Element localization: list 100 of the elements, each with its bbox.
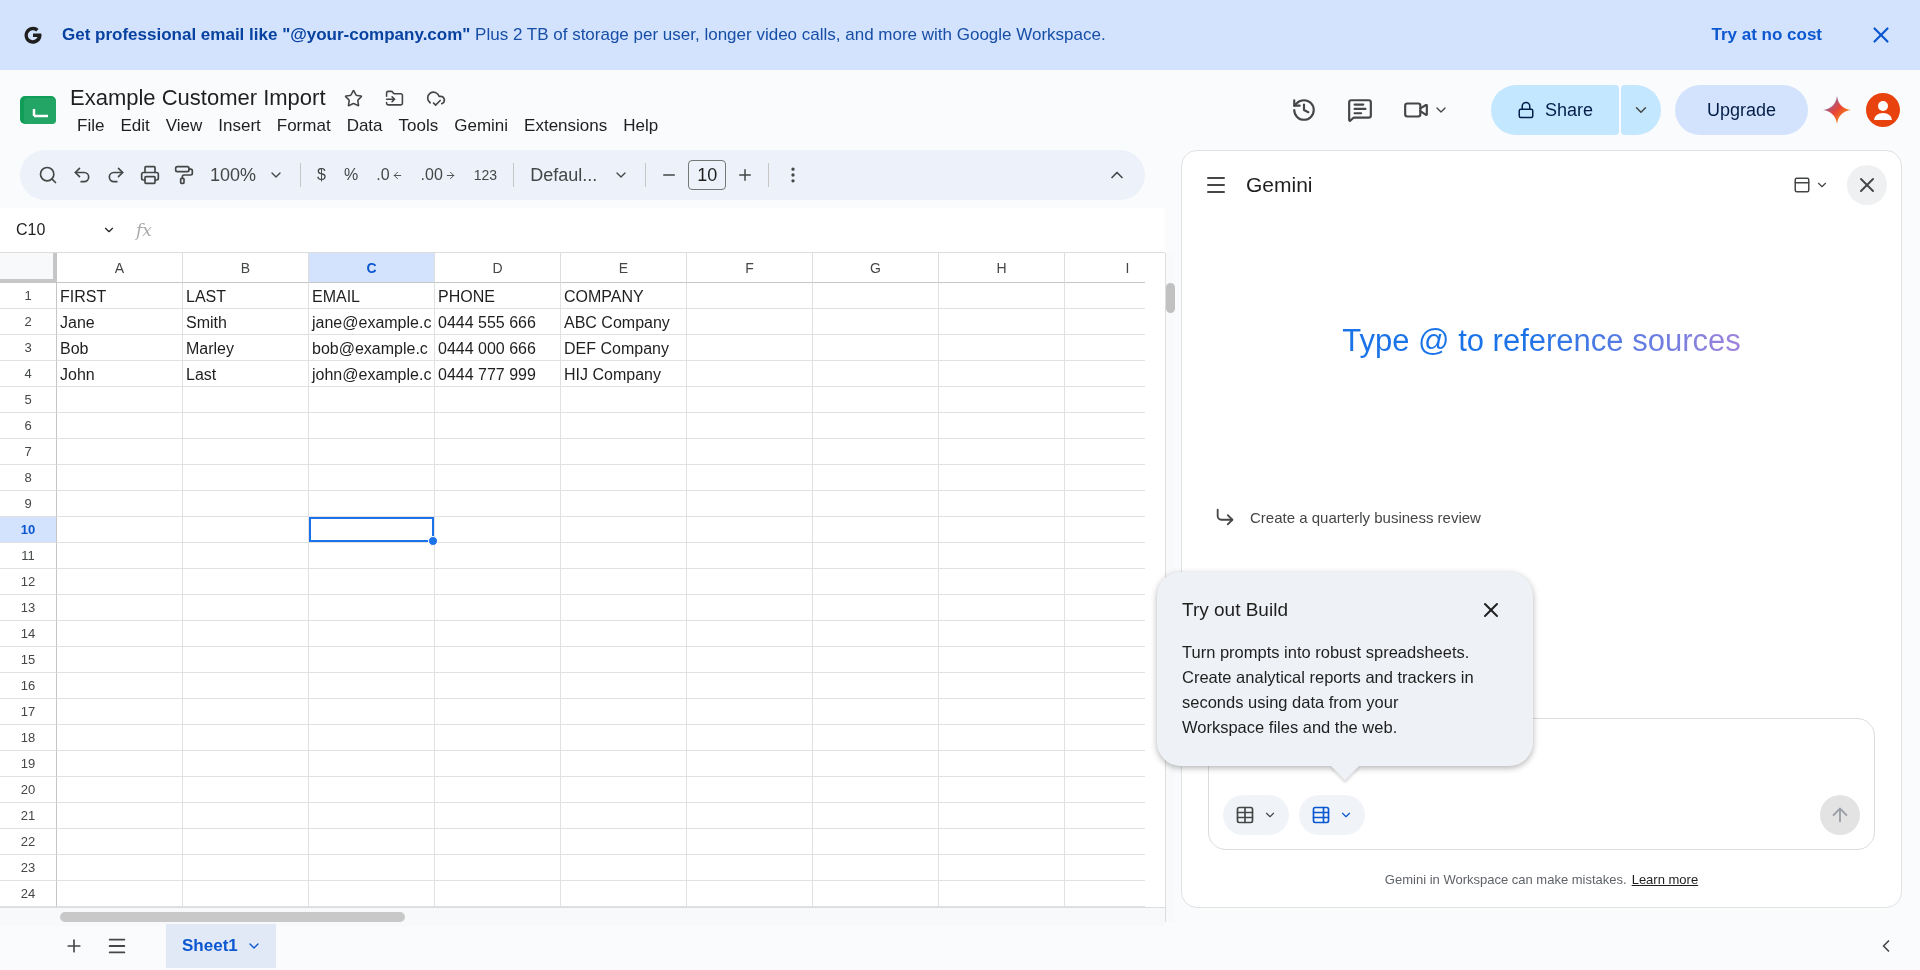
row-header[interactable]: 1 [0, 283, 57, 309]
table-icon [1235, 805, 1255, 825]
row-header[interactable]: 3 [0, 335, 57, 361]
row-header[interactable]: 16 [0, 673, 57, 699]
popup-text: Turn prompts into robust spreadsheets. Create analytical reports and trackers in seconds using data from your Workspace files and the web. [1182, 642, 1475, 738]
menu-item[interactable]: Tools [391, 116, 446, 136]
panel-title: Gemini [1246, 173, 1314, 197]
row-header[interactable]: 17 [0, 699, 57, 725]
row-header[interactable]: 13 [0, 595, 57, 621]
sheets-logo[interactable] [20, 94, 56, 126]
table-cell-text: EMAIL [311, 287, 361, 307]
row-header[interactable]: 9 [0, 491, 57, 517]
row-header[interactable]: 5 [0, 387, 57, 413]
menu-item[interactable]: Format [269, 116, 338, 136]
name-box[interactable]: C10 [16, 221, 116, 239]
suggestion-item[interactable]: Create a quarterly business review [1182, 506, 1901, 528]
arrow-icon [1214, 506, 1236, 528]
number-format-button[interactable]: 123 [467, 163, 504, 187]
scrollbar-thumb[interactable] [60, 912, 405, 922]
column-header[interactable]: G [813, 253, 939, 283]
table-dropdown[interactable] [1223, 795, 1289, 835]
row-header[interactable]: 10 [0, 517, 57, 543]
row-header[interactable]: 6 [0, 413, 57, 439]
arrow-right-icon [444, 169, 456, 181]
row-header[interactable]: 21 [0, 803, 57, 829]
table-cell-text: 0444 555 666 [437, 313, 537, 333]
try-link[interactable]: Try at no cost [1711, 25, 1822, 45]
row-header[interactable]: 18 [0, 725, 57, 751]
menu-item[interactable]: View [158, 116, 210, 136]
table-cell-text: HIJ Company [563, 365, 662, 385]
fill-handle[interactable] [428, 536, 438, 546]
column-header[interactable]: H [939, 253, 1065, 283]
row-header[interactable]: 14 [0, 621, 57, 647]
row-header[interactable]: 22 [0, 829, 57, 855]
table-cell-text: LAST [185, 287, 227, 307]
table-cell-text: 0444 777 999 [437, 365, 537, 385]
row-header[interactable]: 19 [0, 751, 57, 777]
row-header[interactable]: 24 [0, 881, 57, 907]
close-button[interactable] [1847, 165, 1887, 205]
column-header[interactable]: F [687, 253, 813, 283]
table-cell-text: 0444 000 666 [437, 339, 537, 359]
number-format-button[interactable]: % [337, 162, 365, 188]
row-header[interactable]: 4 [0, 361, 57, 387]
table-cell-text: Last [185, 365, 218, 385]
column-header[interactable]: E [561, 253, 687, 283]
table-cell-text: DEF Company [563, 339, 670, 359]
table-cell-text: COMPANY [563, 287, 645, 307]
row-header[interactable]: 7 [0, 439, 57, 465]
document-title[interactable]: Example Customer Import [70, 85, 326, 111]
table-sparkle-icon [1311, 805, 1331, 825]
row-header[interactable]: 12 [0, 569, 57, 595]
learn-more-link[interactable]: Learn more [1631, 872, 1699, 887]
menu-item[interactable]: Insert [211, 116, 268, 136]
column-header[interactable]: C [309, 253, 435, 283]
menu-item[interactable]: Gemini [447, 116, 516, 136]
lock-icon [1516, 101, 1535, 119]
row-header[interactable]: 20 [0, 777, 57, 803]
table-cell-text: jane@example.c [310, 313, 433, 333]
table-cell-text: Jane [59, 313, 96, 333]
zoom-dropdown[interactable]: 100% [204, 160, 291, 190]
row-header[interactable]: 2 [0, 309, 57, 335]
share-button[interactable]: Share [1490, 85, 1619, 135]
layout-icon [1793, 176, 1811, 194]
scrollbar-thumb[interactable] [1166, 283, 1175, 313]
row-header[interactable]: 11 [0, 543, 57, 569]
row-header[interactable]: 23 [0, 855, 57, 881]
promo-message: Get professional email like "@your-company.com" Plus 2 TB of storage per user, longer video calls, and more with Google Workspace. [62, 25, 1107, 45]
table-cell-text: Bob [59, 339, 90, 359]
number-format-button[interactable]: .0 [370, 162, 409, 188]
font-size-field[interactable]: 10 [688, 160, 727, 190]
table-cell-text: bob@example.c [311, 339, 429, 359]
table-cell-text: Smith [185, 313, 228, 333]
menu-item[interactable]: Help [616, 116, 666, 136]
row-header[interactable]: 15 [0, 647, 57, 673]
avatar[interactable] [1866, 93, 1900, 127]
number-format-button[interactable]: .00 [414, 162, 462, 188]
table-cell-text: Marley [185, 339, 235, 359]
sparkle-icon[interactable] [1822, 95, 1852, 125]
menu-item[interactable]: Edit [113, 116, 157, 136]
column-header[interactable]: B [183, 253, 309, 283]
number-format-button[interactable]: $ [311, 162, 332, 188]
table-cell-text: FIRST [59, 287, 108, 307]
row-header[interactable]: 8 [0, 465, 57, 491]
table-cell-text: PHONE [437, 287, 496, 307]
sheet-tab[interactable]: Sheet1 [166, 924, 276, 968]
build-dropdown[interactable] [1299, 795, 1365, 835]
g-logo [22, 24, 44, 46]
table-cell-text: john@example.c [310, 365, 433, 385]
menu-item[interactable]: Extensions [517, 116, 615, 136]
column-header[interactable]: D [435, 253, 561, 283]
disclaimer-text: Gemini in Workspace can make mistakes. [1384, 872, 1627, 887]
arrow-left-icon [391, 169, 403, 181]
menu-item[interactable]: Data [339, 116, 390, 136]
formula-label: fx [136, 220, 152, 240]
table-cell-text: ABC Company [563, 313, 671, 333]
popup-title: Try out Build [1182, 599, 1288, 621]
upgrade-button[interactable]: Upgrade [1674, 85, 1808, 135]
menu-item[interactable]: File [70, 116, 112, 136]
column-header[interactable]: A [57, 253, 183, 283]
font-dropdown[interactable]: Defaul... [524, 160, 636, 190]
